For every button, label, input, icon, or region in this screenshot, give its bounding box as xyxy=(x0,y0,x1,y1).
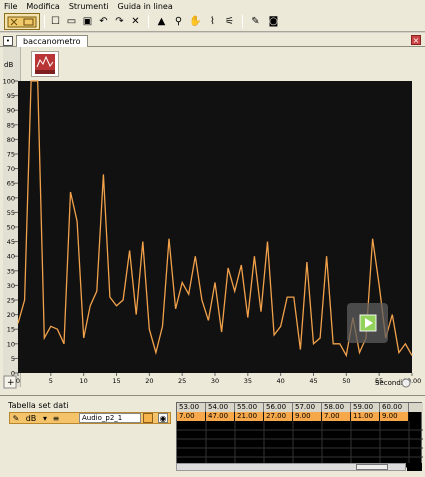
playback-overlay[interactable] xyxy=(347,303,388,343)
undo-icon[interactable]: ↶ xyxy=(96,14,111,29)
table-cell[interactable]: 7.00 xyxy=(177,412,206,421)
scroll-thumb[interactable] xyxy=(356,464,388,470)
column-header: 56.00 xyxy=(264,403,293,412)
y-tick-label: 60 xyxy=(7,194,15,202)
open-icon[interactable]: ▭ xyxy=(64,14,79,29)
table-cell[interactable]: 47.00 xyxy=(206,412,235,421)
cut-icon[interactable]: ✕ xyxy=(128,14,143,29)
y-tick-label: 100 xyxy=(3,78,15,86)
column-header: 58.00 xyxy=(322,403,351,412)
chart-icon[interactable]: ⌇ xyxy=(205,14,220,29)
x-tick-label: 40 xyxy=(277,377,285,385)
x-tick-label: 0 xyxy=(16,377,20,385)
tab-doc-icon: • xyxy=(3,36,13,46)
x-tick-label: 15 xyxy=(112,377,120,385)
y-tick-label: 20 xyxy=(7,311,15,319)
line-chart: 1009590858075706560555045403530252015105… xyxy=(3,61,421,389)
chart2-icon[interactable]: ⚟ xyxy=(222,14,237,29)
chart-panel: 100 95 90 85 80 75 70 65 60 55 50 45 40 35 30 25 20 15 10 5… xyxy=(0,47,425,395)
dataset-panel: Tabella set dati ✎ dB ▾ ≡ Audio_p2_1 ◉ 5… xyxy=(0,395,425,477)
y-tick-label: 10 xyxy=(7,340,15,348)
pencil-icon[interactable]: ✎ xyxy=(10,414,22,423)
pointer-icon[interactable]: ▲ xyxy=(154,14,169,29)
dataset-title: Tabella set dati xyxy=(8,401,69,410)
table-cell[interactable]: 9.00 xyxy=(293,412,322,421)
column-header: 57.00 xyxy=(293,403,322,412)
close-icon[interactable]: × xyxy=(411,35,421,45)
visibility-eye-icon[interactable]: ◉ xyxy=(158,413,168,423)
column-header: 59.00 xyxy=(351,403,380,412)
y-tick-label: 30 xyxy=(7,282,15,290)
save-icon[interactable]: ▣ xyxy=(80,14,95,29)
camera-icon[interactable]: ◙ xyxy=(266,14,281,29)
toolbar: ☐ ▭ ▣ ↶ ↷ ✕ ▲ ⚲ ✋ ⌇ ⚟ ✎ ◙ xyxy=(0,12,425,32)
y-tick-label: 70 xyxy=(7,165,15,173)
menu-file[interactable]: File xyxy=(0,2,22,11)
menu-bar: File Modifica Strumenti Guida in linea xyxy=(0,0,425,12)
table-grid-lines xyxy=(177,421,423,467)
filter-icon[interactable]: ▾ xyxy=(40,414,50,423)
x-tick-label: 30 xyxy=(211,377,219,385)
table-header: 53.00 54.00 55.00 56.00 57.00 58.00 59.0… xyxy=(177,403,423,412)
y-tick-label: 55 xyxy=(7,209,15,217)
column-header: 55.00 xyxy=(235,403,264,412)
y-tick-label: 35 xyxy=(7,267,15,275)
y-tick-label: 80 xyxy=(7,136,15,144)
series-color-button[interactable] xyxy=(143,413,153,423)
table-cell[interactable]: 11.00 xyxy=(351,412,380,421)
x-tick-label: 5 xyxy=(49,377,53,385)
table-cell[interactable]: 7.00 xyxy=(322,412,351,421)
logo-icon xyxy=(7,16,37,27)
x-tick-label: 25 xyxy=(178,377,186,385)
add-icon: + xyxy=(7,378,15,388)
x-tick-label: 35 xyxy=(244,377,252,385)
data-table: 53.00 54.00 55.00 56.00 57.00 58.00 59.0… xyxy=(176,402,423,468)
y-tick-label: 75 xyxy=(7,151,15,159)
x-tick-label: 45 xyxy=(309,377,317,385)
tab-baccanometro[interactable]: baccanometro xyxy=(16,35,88,47)
y-unit-label: dB xyxy=(4,61,13,69)
x-axis-label: Secondi xyxy=(375,379,403,387)
zoom-icon[interactable]: ⚲ xyxy=(171,14,186,29)
menu-guida[interactable]: Guida in linea xyxy=(114,2,178,11)
y-tick-label: 90 xyxy=(7,107,15,115)
new-icon[interactable]: ☐ xyxy=(48,14,63,29)
y-tick-label: 50 xyxy=(7,224,15,232)
table-cell[interactable]: 27.00 xyxy=(264,412,293,421)
y-tick-label: 25 xyxy=(7,297,15,305)
table-cell[interactable]: 21.00 xyxy=(235,412,264,421)
y-tick-label: 5 xyxy=(11,355,15,363)
series-name-field[interactable]: Audio_p2_1 xyxy=(79,413,141,423)
menu-strumenti[interactable]: Strumenti xyxy=(65,2,114,11)
y-tick-label: 15 xyxy=(7,326,15,334)
column-header: 60.00 xyxy=(380,403,409,412)
table-corner xyxy=(407,463,422,471)
menu-modifica[interactable]: Modifica xyxy=(22,2,64,11)
table-row[interactable]: 7.00 47.00 21.00 27.00 9.00 7.00 11.00 9… xyxy=(177,412,423,421)
y-tick-label: 65 xyxy=(7,180,15,188)
clock-icon[interactable] xyxy=(401,378,411,388)
y-tick-label: 40 xyxy=(7,253,15,261)
edit-icon[interactable]: ✎ xyxy=(248,14,263,29)
y-tick-label: 45 xyxy=(7,238,15,246)
list-icon[interactable]: ≡ xyxy=(50,414,62,423)
logo-button[interactable] xyxy=(4,13,40,30)
redo-icon[interactable]: ↷ xyxy=(112,14,127,29)
tab-bar: • baccanometro × xyxy=(0,33,425,47)
column-header: 53.00 xyxy=(177,403,206,412)
y-tick-label: 85 xyxy=(7,121,15,129)
table-cell[interactable]: 9.00 xyxy=(380,412,409,421)
dataset-unit: dB xyxy=(25,413,37,423)
y-tick-label: 95 xyxy=(7,92,15,100)
horizontal-scrollbar[interactable] xyxy=(176,463,406,471)
x-tick-label: 10 xyxy=(80,377,88,385)
hand-icon[interactable]: ✋ xyxy=(188,14,203,29)
x-tick-label: 20 xyxy=(145,377,153,385)
column-header: 54.00 xyxy=(206,403,235,412)
x-tick-label: 50 xyxy=(342,377,350,385)
